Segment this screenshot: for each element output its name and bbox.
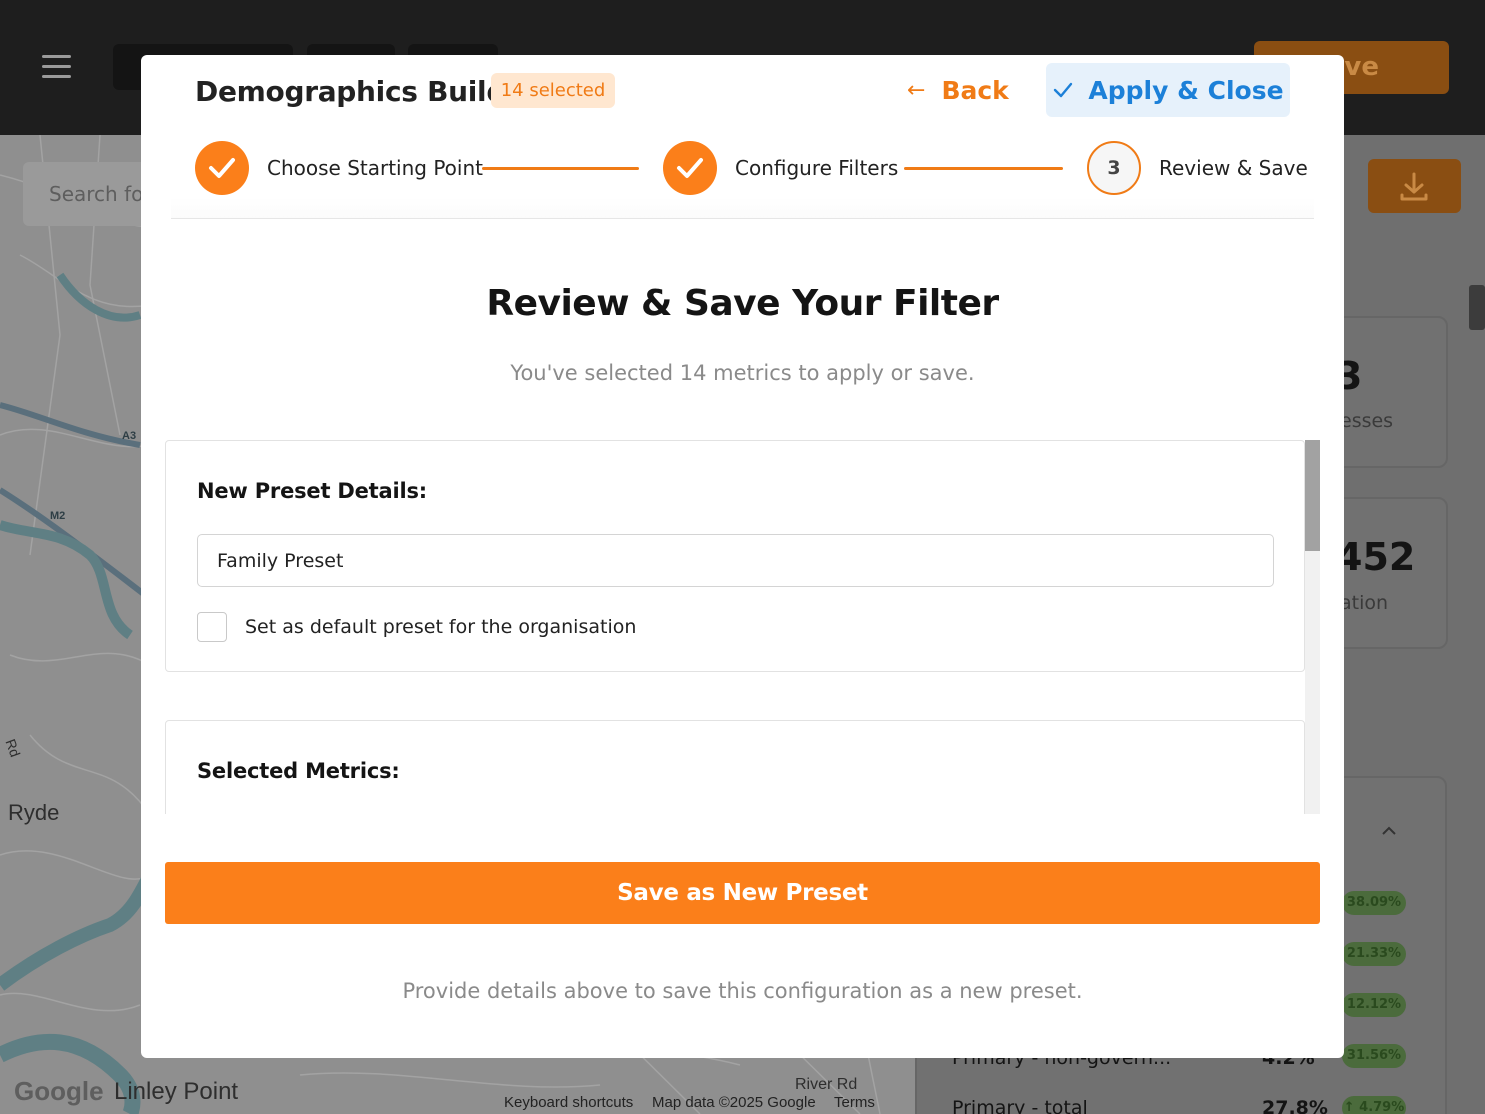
table-row-name: Primary - total xyxy=(952,1097,1088,1114)
change-pill: 31.56% xyxy=(1342,1044,1406,1068)
download-icon xyxy=(1400,172,1428,201)
map-shortcuts-link: Keyboard shortcuts xyxy=(504,1094,634,1111)
step-3-current-indicator: 3 xyxy=(1087,141,1141,195)
preset-details-heading: New Preset Details: xyxy=(197,479,427,503)
map-terms-link: Terms xyxy=(834,1094,875,1111)
change-pill: 12.12% xyxy=(1342,993,1406,1017)
selected-metrics-heading: Selected Metrics: xyxy=(197,759,400,783)
stepper-divider xyxy=(171,218,1314,219)
chevron-up-icon xyxy=(1380,822,1398,840)
page-scrollbar xyxy=(1469,285,1485,330)
review-subtitle: You've selected 14 metrics to apply or s… xyxy=(510,361,975,385)
stat-label: ation xyxy=(1340,592,1389,614)
step-connector xyxy=(904,167,1063,170)
map-road-shield: A3 xyxy=(122,430,137,442)
checkmark-icon xyxy=(677,158,703,178)
map-road-shield: M2 xyxy=(50,510,66,522)
save-as-new-preset-button[interactable]: Save as New Preset xyxy=(165,862,1320,924)
review-title: Review & Save Your Filter xyxy=(486,283,999,324)
map-suburb-label: Linley Point xyxy=(114,1078,239,1105)
google-logo: Google xyxy=(14,1076,104,1106)
save-help-text: Provide details above to save this confi… xyxy=(402,979,1083,1003)
step-1-complete-indicator xyxy=(195,141,249,195)
back-button[interactable]: ← Back xyxy=(907,72,1009,108)
back-button-label: Back xyxy=(941,75,1009,105)
menu-icon xyxy=(42,55,71,79)
stepper-shadow xyxy=(171,197,1314,219)
change-pill: ↑ 4.79% xyxy=(1342,1096,1406,1114)
selected-metrics-card: Selected Metrics: xyxy=(165,720,1305,814)
arrow-left-icon: ← xyxy=(907,77,926,103)
modal-title: Demographics Builder xyxy=(195,75,539,108)
download-button xyxy=(1368,159,1461,213)
step-connector xyxy=(482,167,639,170)
default-preset-label: Set as default preset for the organisati… xyxy=(245,616,637,638)
preset-details-card: New Preset Details: Set as default prese… xyxy=(165,440,1305,672)
map-data-attribution: Map data ©2025 Google xyxy=(652,1094,816,1111)
step-2-label: Configure Filters xyxy=(735,156,899,180)
stat-value: 452 xyxy=(1336,535,1416,579)
step-3-label: Review & Save xyxy=(1159,156,1308,180)
map-suburb-label: Ryde xyxy=(8,800,60,825)
scrollbar-thumb[interactable] xyxy=(1305,440,1320,551)
preset-name-input[interactable] xyxy=(197,534,1274,587)
stat-label: esses xyxy=(1340,410,1394,432)
map-street-label: River Rd xyxy=(795,1076,858,1093)
apply-close-button[interactable]: Apply & Close xyxy=(1046,63,1290,117)
change-pill: 21.33% xyxy=(1342,942,1406,966)
apply-close-label: Apply & Close xyxy=(1088,75,1284,105)
check-icon xyxy=(1054,82,1073,98)
review-scroll-area[interactable]: New Preset Details: Set as default prese… xyxy=(165,440,1320,814)
demographics-builder-modal: Demographics Builder 14 selected ← Back … xyxy=(141,55,1344,1058)
default-preset-checkbox[interactable] xyxy=(197,612,227,642)
change-pill: 38.09% xyxy=(1342,891,1406,915)
table-row-value: 27.8% xyxy=(1262,1097,1328,1114)
selected-count-badge: 14 selected xyxy=(491,73,615,108)
map-search-input: Search for xyxy=(23,162,153,226)
checkmark-icon xyxy=(209,158,235,178)
step-2-complete-indicator xyxy=(663,141,717,195)
step-1-label: Choose Starting Point xyxy=(267,156,483,180)
